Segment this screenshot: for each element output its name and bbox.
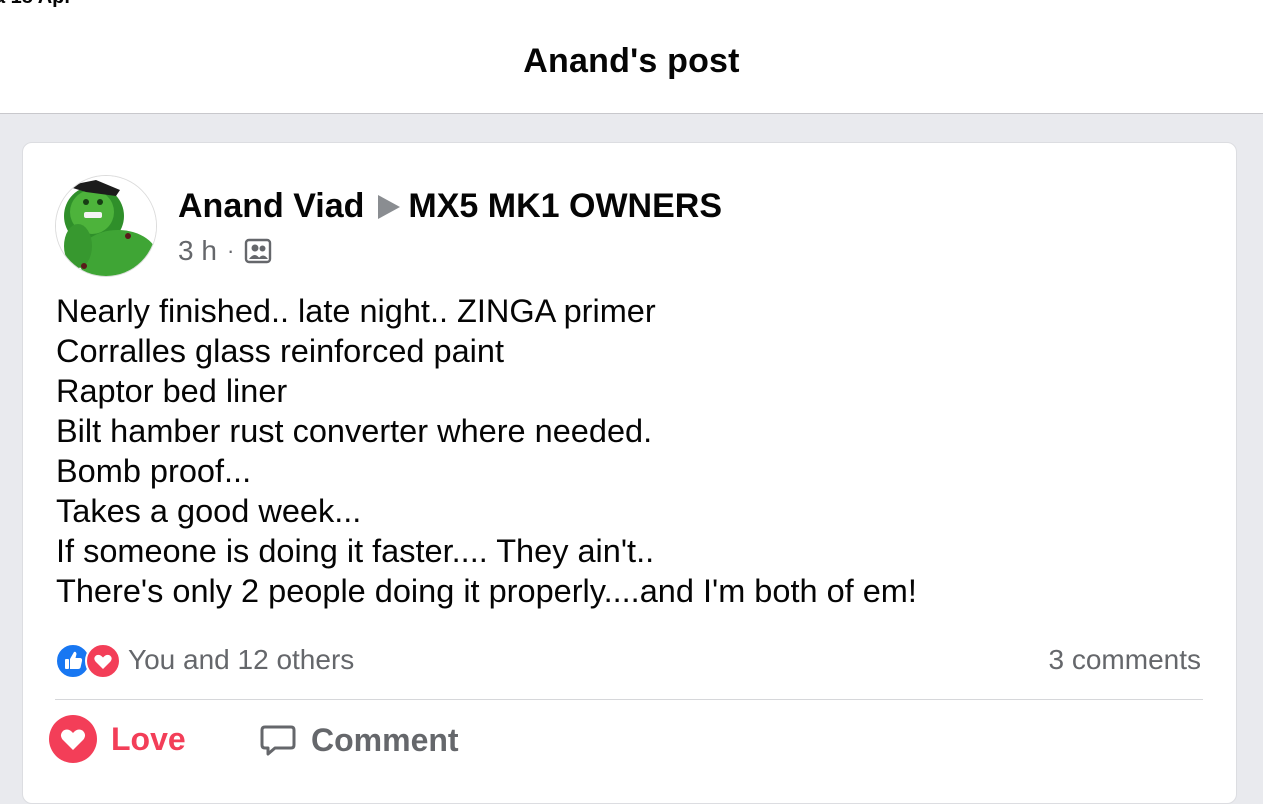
post-time[interactable]: 3 h (178, 235, 217, 267)
post-line: Corralles glass reinforced paint (56, 333, 504, 369)
love-label: Love (111, 720, 186, 757)
post-line: Takes a good week... (56, 493, 362, 529)
group-audience-icon (245, 238, 272, 264)
post-card: Anand Viad MX5 MK1 OWNERS 3 h · Nearly f… (22, 142, 1237, 804)
love-reaction-icon (49, 715, 97, 763)
reactions-summary[interactable]: You and 12 others 3 comments (55, 643, 1202, 679)
post-meta: 3 h · (178, 235, 272, 267)
meta-separator: · (226, 238, 235, 263)
group-name[interactable]: MX5 MK1 OWNERS (408, 187, 722, 226)
post-line: There's only 2 people doing it properly.… (56, 573, 917, 609)
avatar[interactable] (55, 175, 157, 277)
post-body: Nearly finished.. late night.. ZINGA pri… (56, 291, 917, 611)
avatar-image (56, 176, 156, 276)
comment-button[interactable]: Comment (259, 721, 459, 759)
divider (55, 699, 1203, 700)
author-name[interactable]: Anand Viad (178, 187, 364, 226)
post-line: Bomb proof... (56, 453, 252, 489)
post-header: Anand Viad MX5 MK1 OWNERS (178, 187, 722, 226)
status-time: a 18 Apr (0, 0, 72, 8)
love-button[interactable]: Love (49, 715, 186, 763)
comment-icon (260, 725, 296, 756)
love-icon (85, 643, 121, 679)
reaction-icons (55, 643, 125, 679)
reaction-summary-text: You and 12 others (128, 644, 355, 675)
comments-count[interactable]: 3 comments (1049, 643, 1202, 677)
comment-label: Comment (311, 721, 459, 758)
post-line: Raptor bed liner (56, 373, 288, 409)
page-title: Anand's post (523, 42, 740, 80)
post-line: Bilt hamber rust converter where needed. (56, 413, 653, 449)
status-bar: a 18 Apr (0, 0, 1263, 8)
top-navigation-bar: Anand's post (0, 0, 1263, 114)
post-line: Nearly finished.. late night.. ZINGA pri… (56, 293, 656, 329)
arrow-right-icon (378, 194, 401, 219)
post-line: If someone is doing it faster.... They a… (56, 533, 655, 569)
